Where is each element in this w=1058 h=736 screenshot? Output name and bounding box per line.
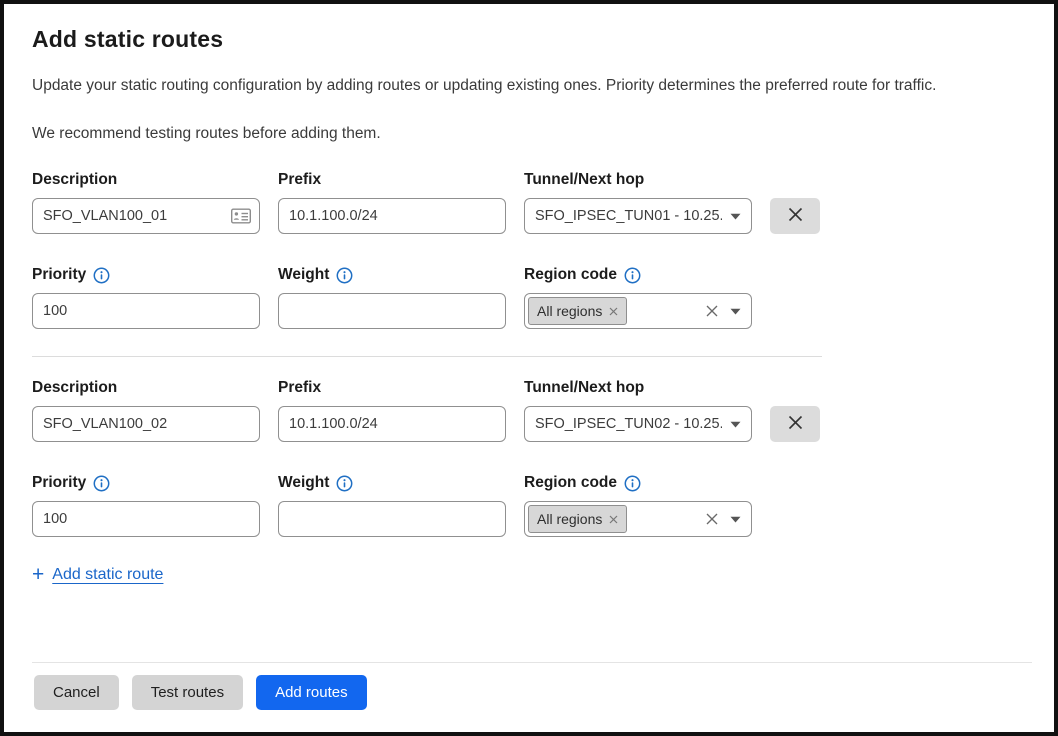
weight-label: Weight: [278, 474, 506, 492]
route-group-divider: [32, 356, 822, 357]
prefix-label: Prefix: [278, 171, 506, 189]
region-chip[interactable]: All regions: [528, 297, 627, 325]
info-icon[interactable]: [336, 475, 353, 492]
chip-remove-icon[interactable]: [609, 307, 618, 316]
chip-remove-icon[interactable]: [609, 515, 618, 524]
chevron-down-icon: [730, 421, 741, 428]
page-title: Add static routes: [32, 26, 1026, 53]
description-label: Description: [32, 379, 260, 397]
info-icon[interactable]: [93, 267, 110, 284]
weight-label-text: Weight: [278, 266, 329, 284]
info-icon[interactable]: [624, 267, 641, 284]
tunnel-label: Tunnel/Next hop: [524, 171, 752, 189]
prefix-field-group: Prefix: [278, 171, 506, 234]
clear-selection-icon[interactable]: [706, 305, 718, 317]
prefix-input[interactable]: [278, 406, 506, 442]
region-chip[interactable]: All regions: [528, 505, 627, 533]
description-input[interactable]: [32, 406, 260, 442]
tunnel-field-group: Tunnel/Next hop SFO_IPSEC_TUN02 - 10.25.…: [524, 379, 752, 442]
region-label-text: Region code: [524, 474, 617, 492]
description-field-group: Description: [32, 171, 260, 234]
priority-field-group: Priority: [32, 474, 260, 537]
add-static-route-link[interactable]: + Add static route: [32, 565, 163, 585]
add-static-route-link-label: Add static route: [52, 566, 163, 584]
clear-selection-icon[interactable]: [706, 513, 718, 525]
route-group-2: Description Prefix Tunnel/Next hop SFO_I…: [32, 379, 1026, 537]
chevron-down-icon: [730, 213, 741, 220]
weight-label-text: Weight: [278, 474, 329, 492]
weight-input[interactable]: [278, 501, 506, 537]
region-field-group: Region code All regions: [524, 266, 752, 329]
tunnel-select-value: SFO_IPSEC_TUN02 - 10.25...: [535, 416, 722, 432]
region-label: Region code: [524, 474, 752, 492]
remove-route-button[interactable]: [770, 198, 820, 234]
region-field-group: Region code All regions: [524, 474, 752, 537]
info-icon[interactable]: [336, 267, 353, 284]
prefix-label: Prefix: [278, 379, 506, 397]
description-input[interactable]: [32, 198, 260, 234]
contact-card-icon: [231, 209, 251, 224]
region-chip-label: All regions: [537, 303, 602, 319]
description-field-group: Description: [32, 379, 260, 442]
priority-input[interactable]: [32, 293, 260, 329]
close-icon: [788, 415, 803, 433]
close-icon: [788, 207, 803, 225]
region-chip-label: All regions: [537, 511, 602, 527]
dialog-intro-text: Update your static routing configuration…: [32, 75, 1026, 96]
plus-icon: +: [32, 565, 44, 585]
cancel-button[interactable]: Cancel: [34, 675, 119, 710]
test-routes-button[interactable]: Test routes: [132, 675, 243, 710]
region-label-text: Region code: [524, 266, 617, 284]
priority-field-group: Priority: [32, 266, 260, 329]
dialog-note-text: We recommend testing routes before addin…: [32, 123, 1026, 144]
prefix-input[interactable]: [278, 198, 506, 234]
tunnel-select-value: SFO_IPSEC_TUN01 - 10.25...: [535, 208, 722, 224]
priority-label-text: Priority: [32, 266, 86, 284]
route-group-1: Description: [32, 171, 1026, 329]
add-static-routes-dialog: Add static routes Update your static rou…: [0, 0, 1058, 736]
region-label: Region code: [524, 266, 752, 284]
region-multiselect[interactable]: All regions: [524, 293, 752, 329]
region-multiselect[interactable]: All regions: [524, 501, 752, 537]
weight-input[interactable]: [278, 293, 506, 329]
chevron-down-icon: [730, 308, 741, 315]
priority-label-text: Priority: [32, 474, 86, 492]
weight-field-group: Weight: [278, 474, 506, 537]
remove-route-button[interactable]: [770, 406, 820, 442]
weight-field-group: Weight: [278, 266, 506, 329]
add-routes-button[interactable]: Add routes: [256, 675, 367, 710]
tunnel-select[interactable]: SFO_IPSEC_TUN02 - 10.25...: [524, 406, 752, 442]
info-icon[interactable]: [93, 475, 110, 492]
info-icon[interactable]: [624, 475, 641, 492]
prefix-field-group: Prefix: [278, 379, 506, 442]
priority-label: Priority: [32, 266, 260, 284]
priority-input[interactable]: [32, 501, 260, 537]
tunnel-field-group: Tunnel/Next hop SFO_IPSEC_TUN01 - 10.25.…: [524, 171, 752, 234]
dialog-footer: Cancel Test routes Add routes: [32, 662, 1032, 732]
weight-label: Weight: [278, 266, 506, 284]
chevron-down-icon: [730, 516, 741, 523]
tunnel-label: Tunnel/Next hop: [524, 379, 752, 397]
tunnel-select[interactable]: SFO_IPSEC_TUN01 - 10.25...: [524, 198, 752, 234]
priority-label: Priority: [32, 474, 260, 492]
description-label: Description: [32, 171, 260, 189]
